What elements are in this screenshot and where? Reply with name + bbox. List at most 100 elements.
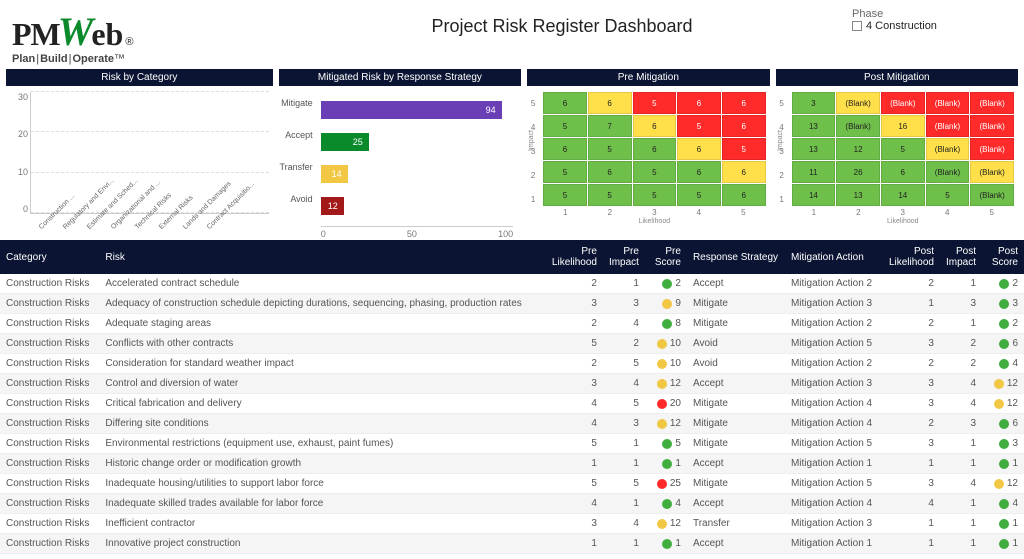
table-row[interactable]: Construction RisksEnvironmental restrict…	[0, 434, 1024, 454]
heatmap-cell[interactable]: 5	[543, 115, 587, 137]
registered-icon: ®	[125, 36, 133, 48]
heatmap-cell[interactable]: 6	[588, 92, 632, 114]
heatmap-cell[interactable]: 6	[543, 138, 587, 160]
heatmap-cell[interactable]: 7	[588, 115, 632, 137]
heatmap-cell[interactable]: 5	[588, 138, 632, 160]
table-row[interactable]: Construction RisksAccelerated contract s…	[0, 274, 1024, 294]
post-mitigation-heatmap[interactable]: Impact 54321 3(Blank)(Blank)(Blank)(Blan…	[776, 86, 1018, 227]
x-axis-label: Likelihood	[543, 218, 765, 225]
heatmap-cell[interactable]: 12	[836, 138, 880, 160]
table-row[interactable]: Construction RisksInadequate skilled tra…	[0, 494, 1024, 514]
column-header[interactable]: Post Impact	[940, 240, 982, 274]
heatmap-cell[interactable]: 13	[836, 184, 880, 206]
panel-title: Mitigated Risk by Response Strategy	[279, 69, 521, 86]
heatmap-cell[interactable]: 5	[588, 184, 632, 206]
post-score-dot	[999, 359, 1009, 369]
table-row[interactable]: Construction RisksCritical fabrication a…	[0, 394, 1024, 414]
heatmap-cell[interactable]: (Blank)	[881, 92, 925, 114]
risk-register-table[interactable]: CategoryRiskPre LikelihoodPre ImpactPre …	[0, 240, 1024, 554]
heatmap-cell[interactable]: 5	[926, 184, 970, 206]
response-strategy-chart[interactable]: Mitigate94Accept25Transfer14Avoid1205010…	[279, 86, 521, 236]
heatmap-cell[interactable]: (Blank)	[970, 184, 1014, 206]
heatmap-cell[interactable]: 13	[792, 115, 836, 137]
tagline: Plan|Build|Operate™	[12, 53, 272, 65]
column-header[interactable]: Category	[0, 240, 99, 274]
heatmap-cell[interactable]: 14	[792, 184, 836, 206]
heatmap-cell[interactable]: 5	[633, 184, 677, 206]
heatmap-cell[interactable]: (Blank)	[836, 92, 880, 114]
table-row[interactable]: Construction RisksAdequacy of constructi…	[0, 294, 1024, 314]
heatmap-cell[interactable]: 6	[543, 92, 587, 114]
table-row[interactable]: Construction RisksInnovative project con…	[0, 534, 1024, 554]
heatmap-cell[interactable]: 6	[722, 184, 766, 206]
table-row[interactable]: Construction RisksInefficient contractor…	[0, 514, 1024, 534]
heatmap-cell[interactable]: 5	[722, 138, 766, 160]
heatmap-cell[interactable]: 6	[588, 161, 632, 183]
bar-avoid[interactable]: 12	[321, 194, 513, 218]
heatmap-cell[interactable]: 6	[677, 138, 721, 160]
heatmap-cell[interactable]: (Blank)	[836, 115, 880, 137]
heatmap-cell[interactable]: 5	[677, 184, 721, 206]
heatmap-cell[interactable]: 5	[881, 138, 925, 160]
heatmap-cell[interactable]: 6	[722, 92, 766, 114]
phase-filter[interactable]: Phase 4 Construction	[852, 8, 1012, 32]
pre-mitigation-heatmap[interactable]: Impact 54321 6656657656656655656655556 1…	[527, 86, 769, 227]
phase-checkbox[interactable]	[852, 21, 862, 31]
table-row[interactable]: Construction RisksControl and diversion …	[0, 374, 1024, 394]
heatmap-cell[interactable]: 6	[722, 115, 766, 137]
heatmap-cell[interactable]: 26	[836, 161, 880, 183]
column-header[interactable]: Post Likelihood	[883, 240, 940, 274]
column-header[interactable]: Mitigation Action	[785, 240, 883, 274]
heatmap-cell[interactable]: 6	[633, 115, 677, 137]
post-score-dot	[999, 539, 1009, 549]
heatmap-cell[interactable]: 5	[543, 161, 587, 183]
heatmap-cell[interactable]: 5	[543, 184, 587, 206]
heatmap-cell[interactable]: (Blank)	[926, 92, 970, 114]
heatmap-cell[interactable]: (Blank)	[970, 92, 1014, 114]
heatmap-cell[interactable]: (Blank)	[970, 138, 1014, 160]
heatmap-cell[interactable]: 16	[881, 115, 925, 137]
heatmap-cell[interactable]: 5	[633, 92, 677, 114]
column-header[interactable]: Risk	[99, 240, 546, 274]
heatmap-cell[interactable]: 3	[792, 92, 836, 114]
heatmap-cell[interactable]: (Blank)	[970, 115, 1014, 137]
column-header[interactable]: Post Score	[982, 240, 1024, 274]
post-score-dot	[999, 439, 1009, 449]
risk-by-category-chart[interactable]: 3020100 322220201614147 Construction ...…	[6, 86, 273, 236]
heatmap-cell[interactable]: (Blank)	[926, 138, 970, 160]
logo-w: W	[58, 8, 94, 55]
heatmap-cell[interactable]: 13	[792, 138, 836, 160]
table-row[interactable]: Construction RisksHistoric change order …	[0, 454, 1024, 474]
heatmap-cell[interactable]: 14	[881, 184, 925, 206]
heatmap-cell[interactable]: 6	[722, 161, 766, 183]
column-header[interactable]: Pre Likelihood	[546, 240, 603, 274]
heatmap-cell[interactable]: (Blank)	[926, 161, 970, 183]
heatmap-cell[interactable]: 5	[677, 115, 721, 137]
table-row[interactable]: Construction RisksDiffering site conditi…	[0, 414, 1024, 434]
heatmap-cell[interactable]: 6	[677, 161, 721, 183]
table-row[interactable]: Construction RisksConsideration for stan…	[0, 354, 1024, 374]
heatmap-cell[interactable]: 6	[633, 138, 677, 160]
table-row[interactable]: Construction RisksConflicts with other c…	[0, 334, 1024, 354]
table-row[interactable]: Construction RisksInadequate housing/uti…	[0, 474, 1024, 494]
column-header[interactable]: Response Strategy	[687, 240, 785, 274]
table-row[interactable]: Construction RisksAdequate staging areas…	[0, 314, 1024, 334]
heatmap-cell[interactable]: 5	[633, 161, 677, 183]
y-axis: 54321	[776, 92, 788, 211]
post-score-dot	[999, 319, 1009, 329]
heatmap-cell[interactable]: 6	[881, 161, 925, 183]
heatmap-cell[interactable]: 11	[792, 161, 836, 183]
bar-mitigate[interactable]: 94	[321, 98, 513, 122]
post-score-dot	[994, 479, 1004, 489]
bar-transfer[interactable]: 14	[321, 162, 513, 186]
post-score-dot	[994, 399, 1004, 409]
heatmap-cell[interactable]: (Blank)	[970, 161, 1014, 183]
panel-mitigated-by-strategy: Mitigated Risk by Response Strategy Miti…	[279, 69, 521, 236]
panel-risk-by-category: Risk by Category 3020100 322220201614147…	[6, 69, 273, 236]
bar-accept[interactable]: 25	[321, 130, 513, 154]
heatmap-cell[interactable]: 6	[677, 92, 721, 114]
panel-title: Post Mitigation	[776, 69, 1018, 86]
column-header[interactable]: Pre Score	[645, 240, 687, 274]
column-header[interactable]: Pre Impact	[603, 240, 645, 274]
heatmap-cell[interactable]: (Blank)	[926, 115, 970, 137]
